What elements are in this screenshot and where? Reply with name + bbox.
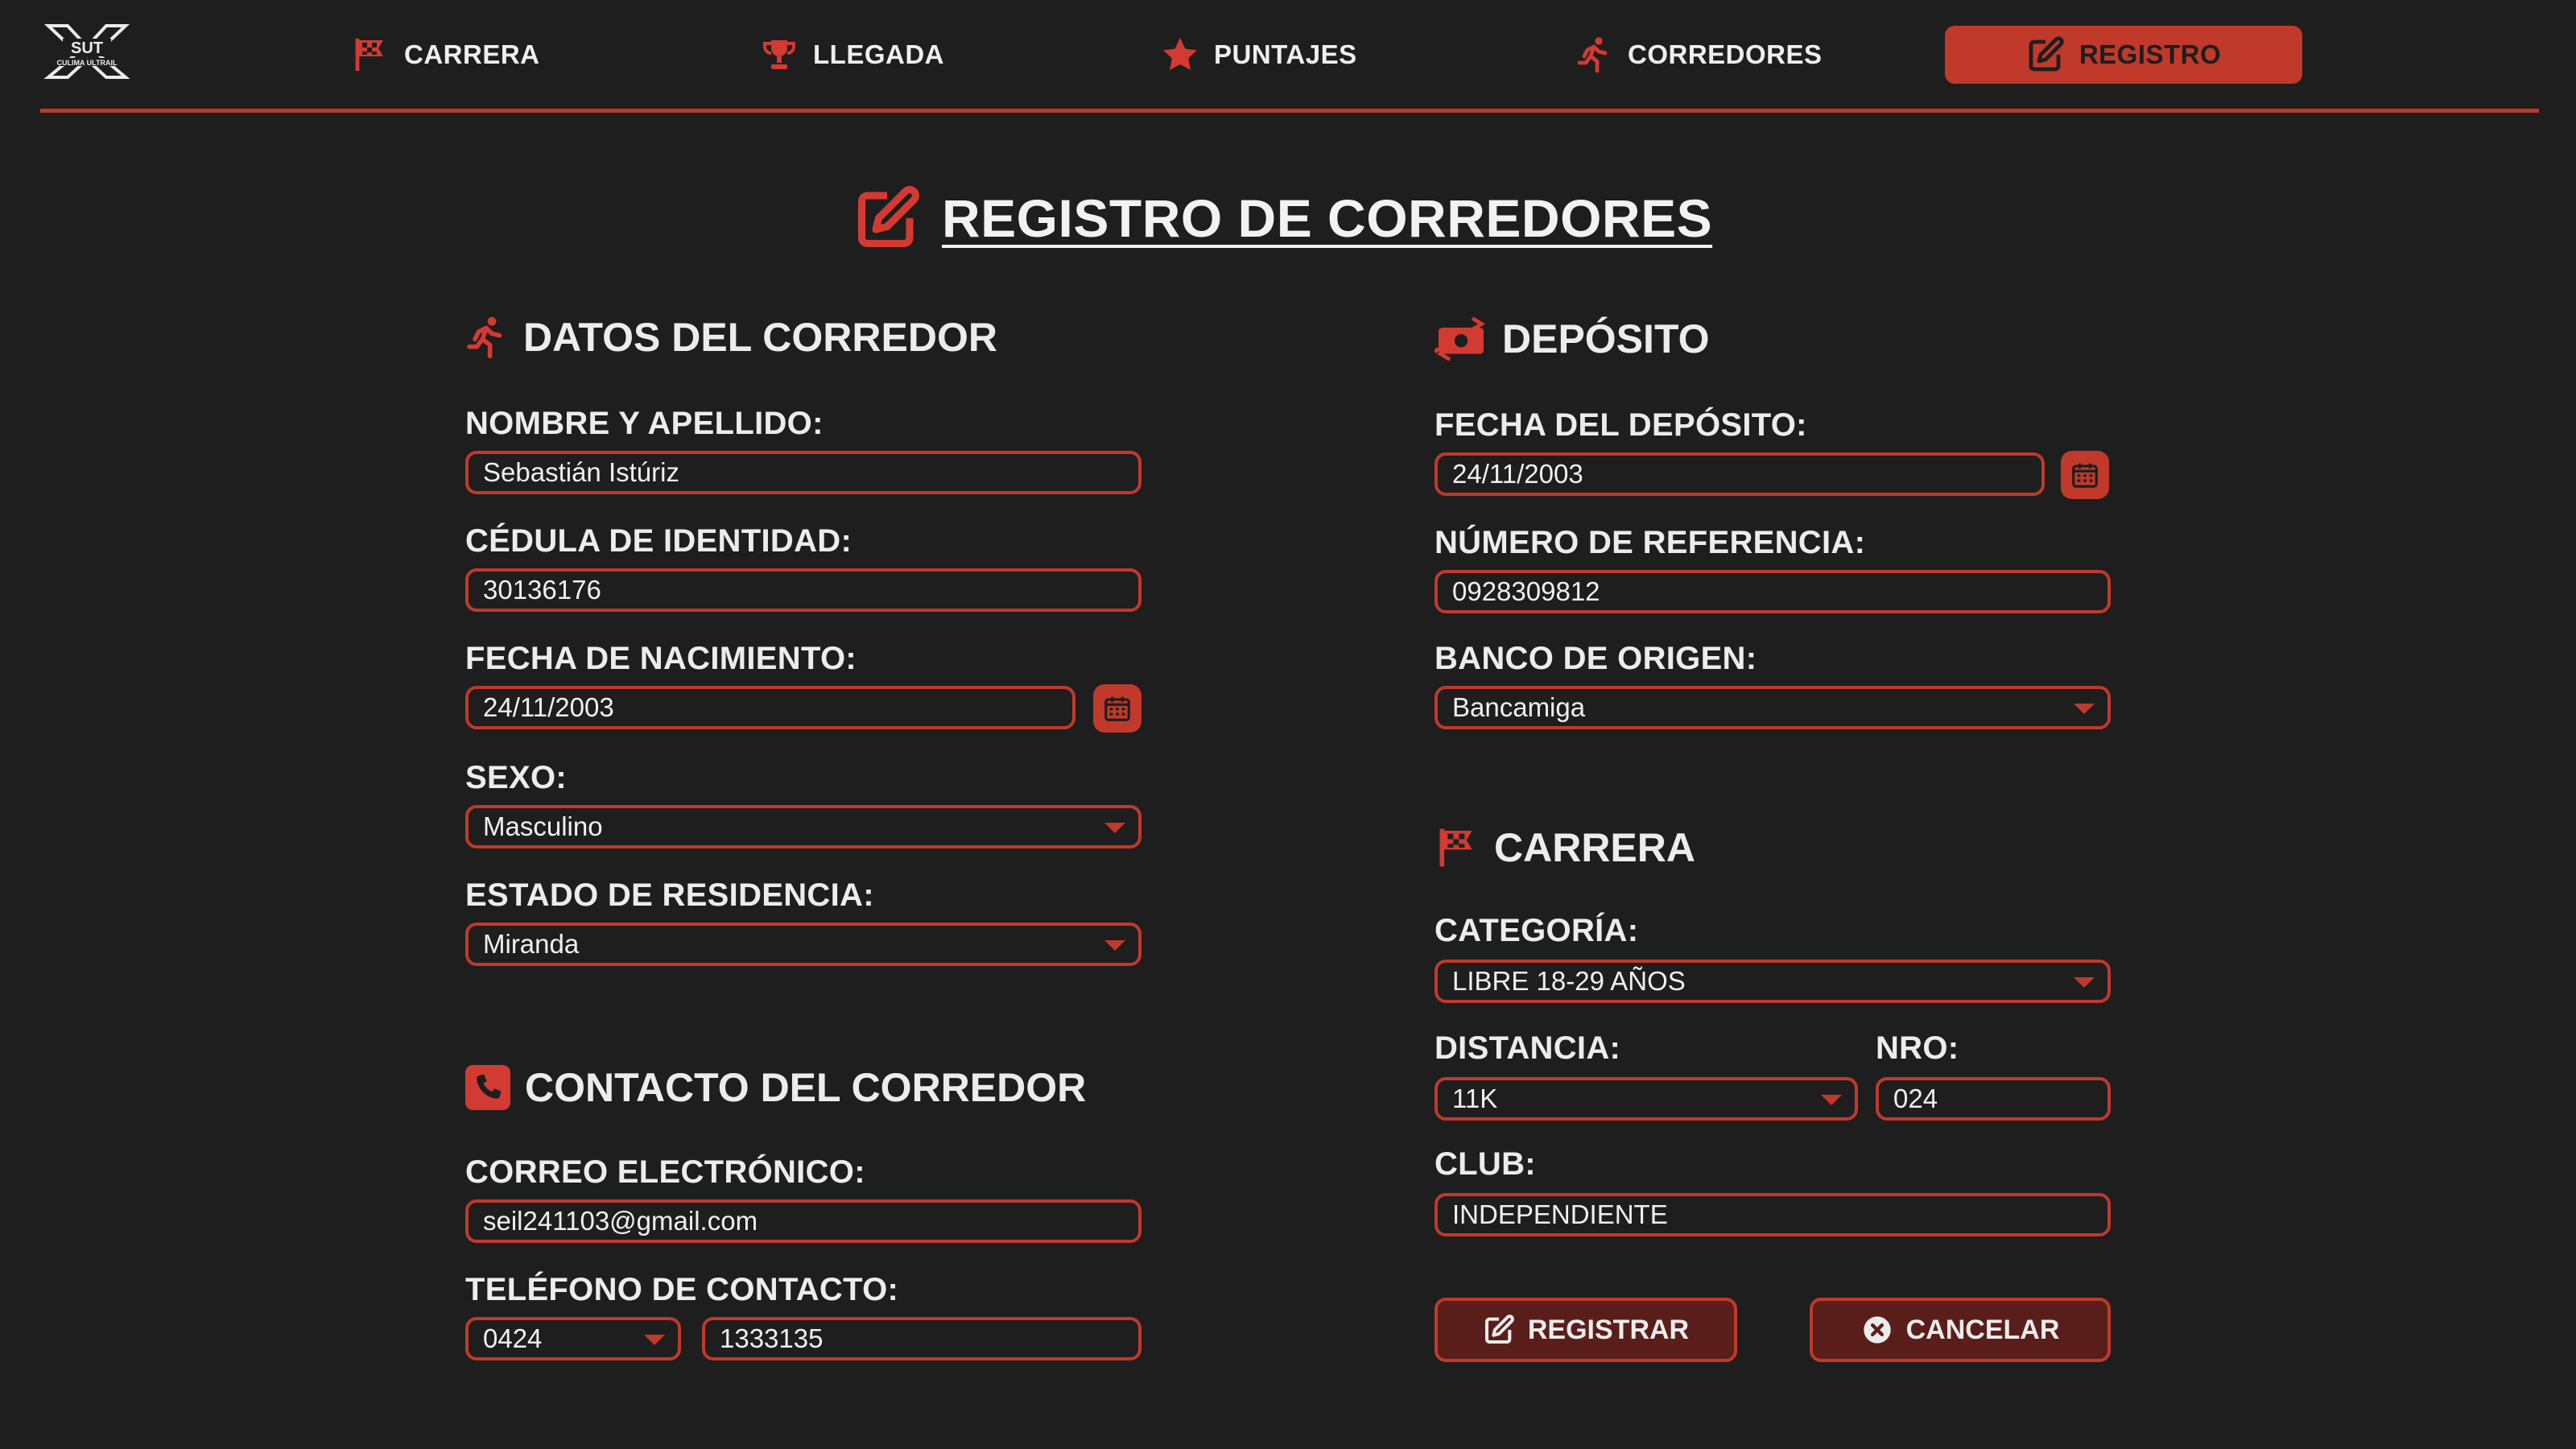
club-value: INDEPENDIENTE: [1452, 1199, 1668, 1229]
distancia-label: DISTANCIA:: [1435, 1030, 1621, 1066]
estado-select[interactable]: Miranda: [465, 923, 1141, 966]
nacimiento-value: 24/11/2003: [483, 692, 614, 722]
runner-icon: [467, 316, 502, 359]
checkered-flag-icon: [355, 39, 383, 71]
cedula-value: 30136176: [483, 575, 601, 605]
sexo-label: SEXO:: [465, 760, 567, 795]
deposito-calendar-button[interactable]: [2061, 451, 2109, 499]
banco-value: Bancamiga: [1452, 692, 1586, 722]
correo-input[interactable]: seil241103@gmail.com: [465, 1199, 1141, 1243]
nav-registro[interactable]: REGISTRO: [1945, 26, 2302, 84]
nro-input[interactable]: 024: [1876, 1077, 2111, 1121]
deposito-fecha-value: 24/11/2003: [1452, 459, 1583, 489]
nombre-value: Sebastián Istúriz: [483, 457, 679, 487]
distancia-value: 11K: [1452, 1084, 1498, 1113]
telefono-prefix-select[interactable]: 0424: [465, 1317, 681, 1360]
close-circle-icon: [1863, 1316, 1891, 1344]
svg-text:CULIMA ULTRAIL: CULIMA ULTRAIL: [57, 59, 118, 67]
telefono-label: TELÉFONO DE CONTACTO:: [465, 1272, 899, 1307]
nav-divider: [40, 109, 2539, 113]
correo-label: CORREO ELECTRÓNICO:: [465, 1154, 865, 1190]
top-nav: SUT CULIMA ULTRAIL CARRERA LLEGADA PUNTA…: [0, 0, 2576, 113]
nacimiento-calendar-button[interactable]: [1093, 684, 1141, 733]
calendar-icon: [2072, 463, 2098, 488]
telefono-prefix-value: 0424: [483, 1323, 543, 1353]
categoria-value: LIBRE 18-29 AÑOS: [1452, 966, 1686, 996]
club-label: CLUB:: [1435, 1146, 1536, 1182]
deposito-fecha-input[interactable]: 24/11/2003: [1435, 452, 2045, 496]
distancia-select[interactable]: 11K: [1435, 1077, 1858, 1121]
runner-icon: [1577, 37, 1608, 73]
star-icon: [1163, 38, 1197, 70]
cancelar-label: CANCELAR: [1905, 1314, 2060, 1345]
nav-carrera[interactable]: CARRERA: [351, 26, 540, 84]
referencia-input[interactable]: 0928309812: [1435, 570, 2111, 613]
banco-label: BANCO DE ORIGEN:: [1435, 641, 1757, 676]
telefono-input[interactable]: 1333135: [702, 1317, 1141, 1360]
trophy-icon: [763, 40, 795, 69]
referencia-value: 0928309812: [1452, 576, 1600, 606]
cancelar-button[interactable]: CANCELAR: [1810, 1298, 2111, 1362]
cedula-label: CÉDULA DE IDENTIDAD:: [465, 523, 852, 559]
correo-value: seil241103@gmail.com: [483, 1206, 758, 1236]
sexo-value: Masculino: [483, 811, 603, 841]
nav-corredores[interactable]: CORREDORES: [1575, 26, 1823, 84]
banco-select[interactable]: Bancamiga: [1435, 686, 2111, 729]
calendar-icon: [1104, 696, 1130, 721]
nav-llegada-label: LLEGADA: [813, 39, 944, 69]
phone-icon: [465, 1065, 510, 1110]
nacimiento-input[interactable]: 24/11/2003: [465, 686, 1075, 729]
nav-puntajes-label: PUNTAJES: [1214, 39, 1357, 69]
section-datos-heading: DATOS DEL CORREDOR: [464, 314, 997, 361]
section-datos-title: DATOS DEL CORREDOR: [523, 315, 997, 360]
svg-text:SUT: SUT: [71, 39, 103, 57]
nombre-label: NOMBRE Y APELLIDO:: [465, 406, 824, 441]
checkered-flag-icon: [1439, 828, 1472, 867]
section-deposito-title: DEPÓSITO: [1502, 316, 1710, 361]
nav-carrera-label: CARRERA: [404, 39, 540, 69]
nro-value: 024: [1893, 1084, 1938, 1113]
estado-value: Miranda: [483, 929, 580, 959]
estado-label: ESTADO DE RESIDENCIA:: [465, 877, 874, 913]
nacimiento-label: FECHA DE NACIMIENTO:: [465, 641, 857, 676]
brand-logo[interactable]: SUT CULIMA ULTRAIL: [43, 23, 130, 80]
section-carrera-heading: CARRERA: [1435, 824, 1695, 871]
cedula-input[interactable]: 30136176: [465, 568, 1141, 612]
nav-corredores-label: CORREDORES: [1628, 39, 1823, 69]
edit-icon: [2029, 36, 2064, 72]
edit-icon: [1484, 1315, 1514, 1344]
page-title-text: REGISTRO DE CORREDORES: [942, 188, 1713, 248]
categoria-select[interactable]: LIBRE 18-29 AÑOS: [1435, 960, 2111, 1003]
nro-label: NRO:: [1876, 1030, 1959, 1066]
section-deposito-heading: DEPÓSITO: [1435, 316, 1709, 362]
money-transfer-icon: [1435, 316, 1486, 361]
sexo-select[interactable]: Masculino: [465, 805, 1141, 848]
nav-llegada[interactable]: LLEGADA: [760, 26, 944, 84]
nav-registro-label: REGISTRO: [2079, 39, 2222, 69]
page-title: REGISTRO DE CORREDORES: [853, 182, 1712, 254]
registrar-button[interactable]: REGISTRAR: [1435, 1298, 1737, 1362]
deposito-fecha-label: FECHA DEL DEPÓSITO:: [1435, 407, 1807, 443]
telefono-value: 1333135: [720, 1323, 824, 1353]
categoria-label: CATEGORÍA:: [1435, 913, 1639, 948]
nav-puntajes[interactable]: PUNTAJES: [1161, 26, 1357, 84]
section-contacto-title: CONTACTO DEL CORREDOR: [525, 1065, 1087, 1110]
section-carrera-title: CARRERA: [1494, 825, 1695, 870]
section-contacto-heading: CONTACTO DEL CORREDOR: [465, 1064, 1086, 1111]
nombre-input[interactable]: Sebastián Istúriz: [465, 451, 1141, 494]
edit-icon: [857, 186, 919, 248]
referencia-label: NÚMERO DE REFERENCIA:: [1435, 525, 1866, 560]
club-input[interactable]: INDEPENDIENTE: [1435, 1193, 2111, 1236]
registrar-label: REGISTRAR: [1527, 1314, 1690, 1345]
